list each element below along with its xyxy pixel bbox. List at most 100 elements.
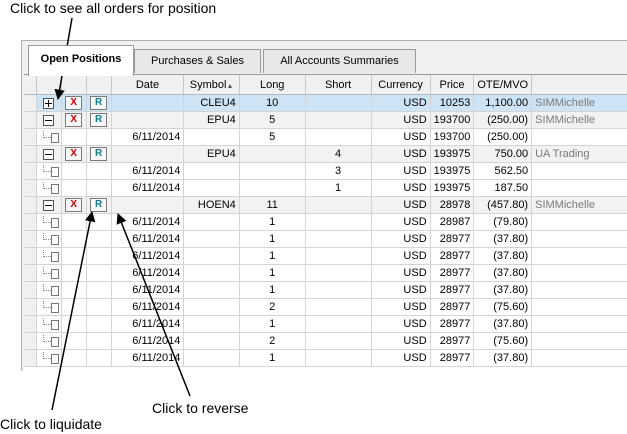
reverse-cell (86, 332, 112, 350)
expand-icon[interactable] (43, 97, 55, 109)
row-selector[interactable] (24, 315, 37, 333)
row-selector[interactable] (24, 179, 37, 197)
collapse-icon[interactable] (43, 114, 55, 126)
sort-ascending-icon: ▲ (226, 82, 234, 90)
row-selector[interactable] (24, 281, 37, 299)
order-row[interactable]: 6/11/2014 2 USD 28977 (75.60) (24, 298, 627, 316)
liquidate-button[interactable]: X (65, 147, 83, 161)
tab-purchases-sales[interactable]: Purchases & Sales (134, 49, 261, 73)
liquidate-button[interactable]: X (65, 96, 83, 110)
liquidate-cell (61, 315, 87, 333)
cell-currency: USD (371, 196, 431, 214)
row-selector[interactable] (24, 94, 37, 112)
cell-account: SIMMichelle (531, 196, 627, 214)
order-row[interactable]: 6/11/2014 5 USD 193700 (250.00) (24, 128, 627, 146)
order-row[interactable]: 6/11/2014 3 USD 193975 562.50 (24, 162, 627, 180)
header-price[interactable]: Price (430, 75, 475, 95)
tab-open-positions[interactable]: Open Positions (28, 45, 134, 76)
order-row[interactable]: 6/11/2014 1 USD 28977 (37.80) (24, 349, 627, 367)
row-selector[interactable] (24, 111, 37, 129)
collapse-icon[interactable] (43, 199, 55, 211)
cell-price: 193975 (430, 179, 475, 197)
liquidate-cell (61, 247, 87, 265)
position-row[interactable]: X R EPU4 5 USD 193700 (250.00) SIMMichelle (24, 111, 627, 129)
tree-leaf-icon (40, 131, 59, 144)
cell-long: 2 (239, 332, 306, 350)
liquidate-button[interactable]: X (65, 198, 83, 212)
order-row[interactable]: 6/11/2014 1 USD 28977 (37.80) (24, 264, 627, 282)
order-row[interactable]: 6/11/2014 1 USD 28977 (37.80) (24, 230, 627, 248)
row-selector[interactable] (24, 213, 37, 231)
reverse-cell (86, 230, 112, 248)
row-selector[interactable] (24, 162, 37, 180)
cell-currency: USD (371, 213, 431, 231)
header-ote[interactable]: OTE/MVO (473, 75, 533, 95)
cell-ote: (79.80) (473, 213, 533, 231)
order-row[interactable]: 6/11/2014 1 USD 28977 (37.80) (24, 281, 627, 299)
cell-long: 1 (239, 247, 306, 265)
cell-account: SIMMichelle (531, 94, 627, 112)
reverse-cell (86, 264, 112, 282)
cell-long: 1 (239, 281, 306, 299)
cell-long: 1 (239, 349, 306, 367)
reverse-button[interactable]: R (90, 198, 108, 212)
liquidate-button[interactable]: X (65, 113, 83, 127)
row-selector[interactable] (24, 230, 37, 248)
row-selector[interactable] (24, 196, 37, 214)
header-currency[interactable]: Currency (371, 75, 431, 95)
reverse-cell: R (86, 196, 112, 214)
cell-short (305, 332, 372, 350)
cell-short (305, 196, 372, 214)
reverse-button[interactable]: R (90, 147, 108, 161)
tree-leaf-icon (40, 352, 59, 365)
tree-leaf-icon (40, 216, 59, 229)
expander-cell[interactable] (36, 196, 62, 214)
tab-all-accounts-summaries[interactable]: All Accounts Summaries (263, 49, 416, 73)
cell-symbol (183, 332, 240, 350)
cell-ote: (37.80) (473, 315, 533, 333)
row-selector[interactable] (24, 247, 37, 265)
row-selector[interactable] (24, 145, 37, 163)
row-selector[interactable] (24, 298, 37, 316)
cell-symbol: HOEN4 (183, 196, 240, 214)
cell-long: 5 (239, 128, 306, 146)
header-date[interactable]: Date (111, 75, 185, 95)
position-row[interactable]: X R EPU4 4 USD 193975 750.00 UA Trading (24, 145, 627, 163)
cell-short: 3 (305, 162, 372, 180)
order-row[interactable]: 6/11/2014 1 USD 28977 (37.80) (24, 247, 627, 265)
header-short[interactable]: Short (305, 75, 372, 95)
header-symbol[interactable]: Symbol▲ (183, 75, 240, 95)
cell-date: 6/11/2014 (111, 179, 185, 197)
header-long[interactable]: Long (239, 75, 306, 95)
expander-cell[interactable] (36, 111, 62, 129)
positions-body: X R CLEU4 10 USD 10253 1,100.00 SIMMichelle X R EP… (24, 94, 627, 367)
reverse-button[interactable]: R (90, 96, 108, 110)
position-row[interactable]: X R HOEN4 11 USD 28978 (457.80) SIMMichelle (24, 196, 627, 214)
tree-connector-cell (36, 281, 62, 299)
collapse-icon[interactable] (43, 148, 55, 160)
expander-cell[interactable] (36, 145, 62, 163)
order-row[interactable]: 6/11/2014 1 USD 193975 187.50 (24, 179, 627, 197)
tree-leaf-icon (40, 335, 59, 348)
order-row[interactable]: 6/11/2014 1 USD 28987 (79.80) (24, 213, 627, 231)
row-selector[interactable] (24, 128, 37, 146)
cell-short: 1 (305, 179, 372, 197)
reverse-cell (86, 128, 112, 146)
reverse-button[interactable]: R (90, 113, 108, 127)
expander-cell[interactable] (36, 94, 62, 112)
cell-short (305, 315, 372, 333)
cell-short (305, 230, 372, 248)
cell-date: 6/11/2014 (111, 332, 185, 350)
order-row[interactable]: 6/11/2014 2 USD 28977 (75.60) (24, 332, 627, 350)
tree-leaf-icon (40, 182, 59, 195)
row-selector[interactable] (24, 349, 37, 367)
cell-date: 6/11/2014 (111, 298, 185, 316)
row-selector[interactable] (24, 332, 37, 350)
cell-date (111, 111, 185, 129)
header-account (531, 75, 627, 95)
row-selector[interactable] (24, 264, 37, 282)
cell-symbol (183, 349, 240, 367)
cell-currency: USD (371, 179, 431, 197)
position-row[interactable]: X R CLEU4 10 USD 10253 1,100.00 SIMMichelle (24, 94, 627, 112)
order-row[interactable]: 6/11/2014 1 USD 28977 (37.80) (24, 315, 627, 333)
